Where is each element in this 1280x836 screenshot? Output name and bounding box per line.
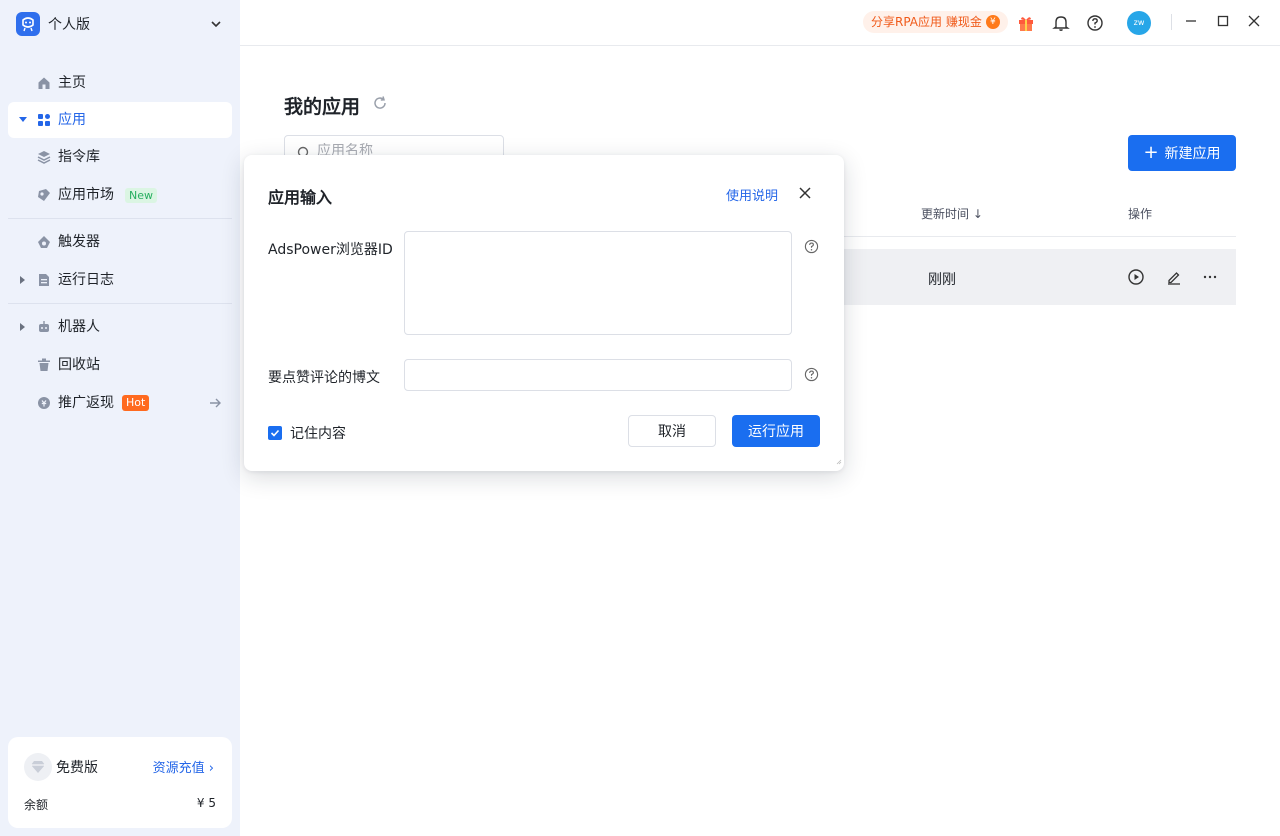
share-rpa-label: 分享RPA应用 赚现金: [871, 15, 982, 29]
log-file-icon: [37, 273, 51, 287]
row-updated-time: 刚刚: [928, 272, 956, 288]
sidebar-item-home[interactable]: 主页: [8, 65, 232, 101]
sidebar-item-label: 推广返现: [58, 395, 114, 411]
question-icon[interactable]: [804, 367, 819, 382]
robot-icon: [37, 320, 51, 334]
plan-name: 免费版: [56, 760, 98, 776]
caret-right-icon[interactable]: [20, 276, 25, 284]
home-icon: [37, 76, 51, 90]
help-icon[interactable]: [1086, 14, 1104, 32]
usage-guide-link[interactable]: 使用说明: [726, 185, 778, 204]
sidebar-item-label: 应用: [58, 112, 86, 128]
cashback-icon: [37, 396, 51, 410]
sidebar-item-label: 应用市场: [58, 187, 114, 203]
resize-grip-icon[interactable]: [836, 453, 842, 469]
sidebar-item-label: 回收站: [58, 357, 100, 373]
post-label: 要点赞评论的博文: [268, 370, 380, 386]
maximize-icon[interactable]: [1216, 14, 1234, 32]
user-avatar[interactable]: zw: [1127, 11, 1151, 35]
gift-icon[interactable]: [1017, 14, 1035, 32]
sidebar-divider: [8, 218, 232, 219]
new-app-label: 新建应用: [1164, 146, 1221, 162]
post-field[interactable]: [404, 359, 792, 391]
caret-right-icon[interactable]: [20, 323, 25, 331]
plan-card: 免费版 资源充值 › 余额 ¥ 5: [8, 737, 232, 828]
new-badge: New: [125, 188, 157, 203]
sidebar-item-apps[interactable]: 应用: [8, 102, 232, 138]
app-input-dialog: 应用输入 使用说明 AdsPower浏览器ID 要点赞评论的博文 记住内容 取消…: [244, 155, 844, 471]
arrow-right-icon[interactable]: [208, 396, 222, 414]
sidebar-item-label: 运行日志: [58, 272, 114, 288]
browser-id-label: AdsPower浏览器ID: [268, 242, 393, 258]
new-app-button[interactable]: + 新建应用: [1128, 135, 1236, 171]
sidebar-item-run-log[interactable]: 运行日志: [8, 262, 232, 298]
bell-icon[interactable]: [1052, 14, 1070, 32]
cancel-button[interactable]: 取消: [628, 415, 716, 447]
sidebar-item-label: 触发器: [58, 234, 100, 250]
caret-down-icon[interactable]: [19, 117, 27, 122]
sidebar-item-commands[interactable]: 指令库: [8, 139, 232, 175]
remember-label: 记住内容: [290, 426, 346, 442]
app-logo-icon: [16, 12, 40, 36]
sidebar-item-label: 指令库: [58, 149, 100, 165]
coin-icon: ¥: [985, 15, 1000, 29]
close-icon[interactable]: [798, 186, 812, 204]
sidebar-item-trigger[interactable]: 触发器: [8, 224, 232, 260]
page-title: 我的应用: [284, 96, 361, 118]
edit-icon[interactable]: [1165, 268, 1183, 286]
plus-icon: +: [1143, 142, 1159, 163]
question-icon[interactable]: [804, 239, 819, 254]
balance-value: ¥ 5: [196, 796, 216, 810]
chevron-down-icon[interactable]: [210, 18, 222, 34]
sidebar-item-cashback[interactable]: 推广返现 Hot: [8, 385, 232, 421]
refresh-icon[interactable]: [372, 95, 388, 115]
workspace-name: 个人版: [48, 17, 90, 33]
sidebar-item-label: 机器人: [58, 319, 100, 335]
sidebar-item-market[interactable]: 应用市场 New: [8, 177, 232, 213]
sidebar: 个人版 主页 应用 指令库 应用市场 New 触发器 运行日志 机器人 回收站 …: [0, 0, 240, 836]
sidebar-item-label: 主页: [58, 75, 86, 91]
remember-content-option[interactable]: 记住内容: [268, 423, 346, 443]
column-header-updated[interactable]: 更新时间 ↓: [921, 205, 983, 222]
apps-grid-icon: [37, 113, 51, 127]
workspace-switcher[interactable]: 个人版: [16, 12, 226, 36]
trash-icon: [37, 358, 51, 372]
market-icon: [37, 188, 51, 202]
sidebar-item-recycle-bin[interactable]: 回收站: [8, 347, 232, 383]
hot-badge: Hot: [122, 395, 150, 411]
trigger-icon: [37, 235, 51, 249]
diamond-icon: [24, 753, 52, 781]
share-rpa-banner[interactable]: 分享RPA应用 赚现金 ¥: [863, 11, 1008, 33]
browser-id-field[interactable]: [404, 231, 792, 335]
balance-label: 余额: [24, 798, 49, 812]
topbar-separator: [1171, 14, 1172, 30]
remember-checkbox[interactable]: [268, 426, 282, 440]
dialog-title: 应用输入: [268, 188, 333, 207]
column-header-actions: 操作: [1128, 207, 1153, 221]
sidebar-item-robot[interactable]: 机器人: [8, 309, 232, 345]
close-window-icon[interactable]: [1247, 14, 1265, 32]
minimize-icon[interactable]: [1184, 14, 1202, 32]
layers-icon: [37, 150, 51, 164]
recharge-link[interactable]: 资源充值 ›: [153, 757, 214, 776]
sidebar-divider: [8, 303, 232, 304]
top-bar: 分享RPA应用 赚现金 ¥ zw: [240, 0, 1280, 46]
more-icon[interactable]: [1201, 268, 1219, 286]
sort-arrow-icon: ↓: [972, 207, 983, 221]
run-app-button[interactable]: 运行应用: [732, 415, 820, 447]
play-icon[interactable]: [1127, 268, 1145, 286]
